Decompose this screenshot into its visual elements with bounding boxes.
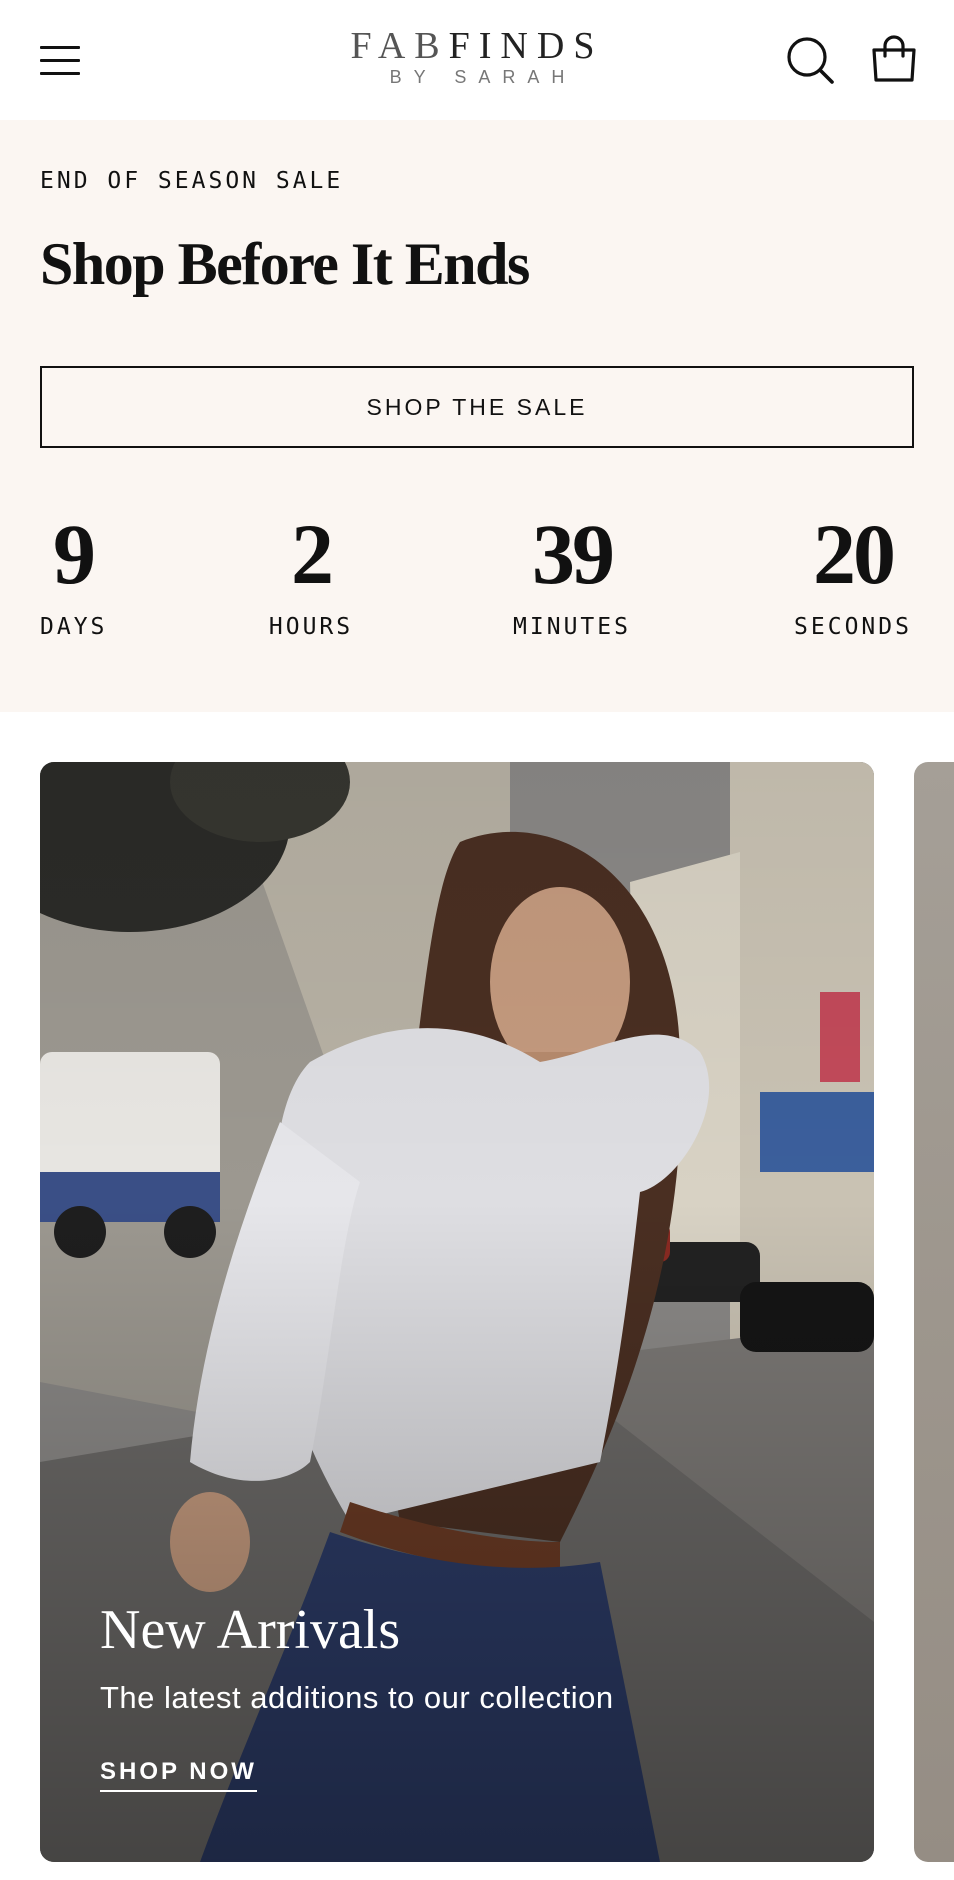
countdown-label: MINUTES [513, 614, 631, 640]
countdown-minutes: 39 MINUTES [510, 506, 634, 640]
countdown-hours: 2 HOURS [266, 506, 356, 640]
collection-subtitle: The latest additions to our collection [100, 1680, 614, 1715]
countdown-label: SECONDS [794, 614, 912, 640]
shop-the-sale-button[interactable]: SHOP THE SALE [40, 366, 914, 448]
collection-carousel[interactable]: New Arrivals The latest additions to our… [0, 712, 954, 1880]
sale-headline: Shop Before It Ends [40, 231, 530, 297]
collection-title: New Arrivals [100, 1599, 401, 1661]
countdown-days: 9 DAYS [40, 506, 108, 640]
sale-eyebrow: END OF SEASON SALE [40, 168, 344, 194]
sale-banner: END OF SEASON SALE Shop Before It Ends S… [0, 120, 954, 712]
countdown-value: 2 [291, 506, 334, 602]
countdown-value: 20 [813, 506, 896, 602]
search-icon[interactable] [784, 34, 836, 86]
countdown-seconds: 20 SECONDS [792, 506, 914, 640]
collection-card-new-arrivals[interactable]: New Arrivals The latest additions to our… [40, 762, 874, 1862]
countdown-value: 9 [53, 506, 96, 602]
countdown-label: DAYS [40, 614, 108, 640]
shop-now-link[interactable]: SHOP NOW [100, 1758, 257, 1792]
next-collection-card[interactable] [914, 762, 954, 1862]
shopping-bag-icon[interactable] [868, 34, 920, 86]
countdown-value: 39 [532, 506, 615, 602]
countdown-label: HOURS [268, 614, 354, 640]
site-header: FABFINDS BY SARAH [0, 0, 954, 120]
